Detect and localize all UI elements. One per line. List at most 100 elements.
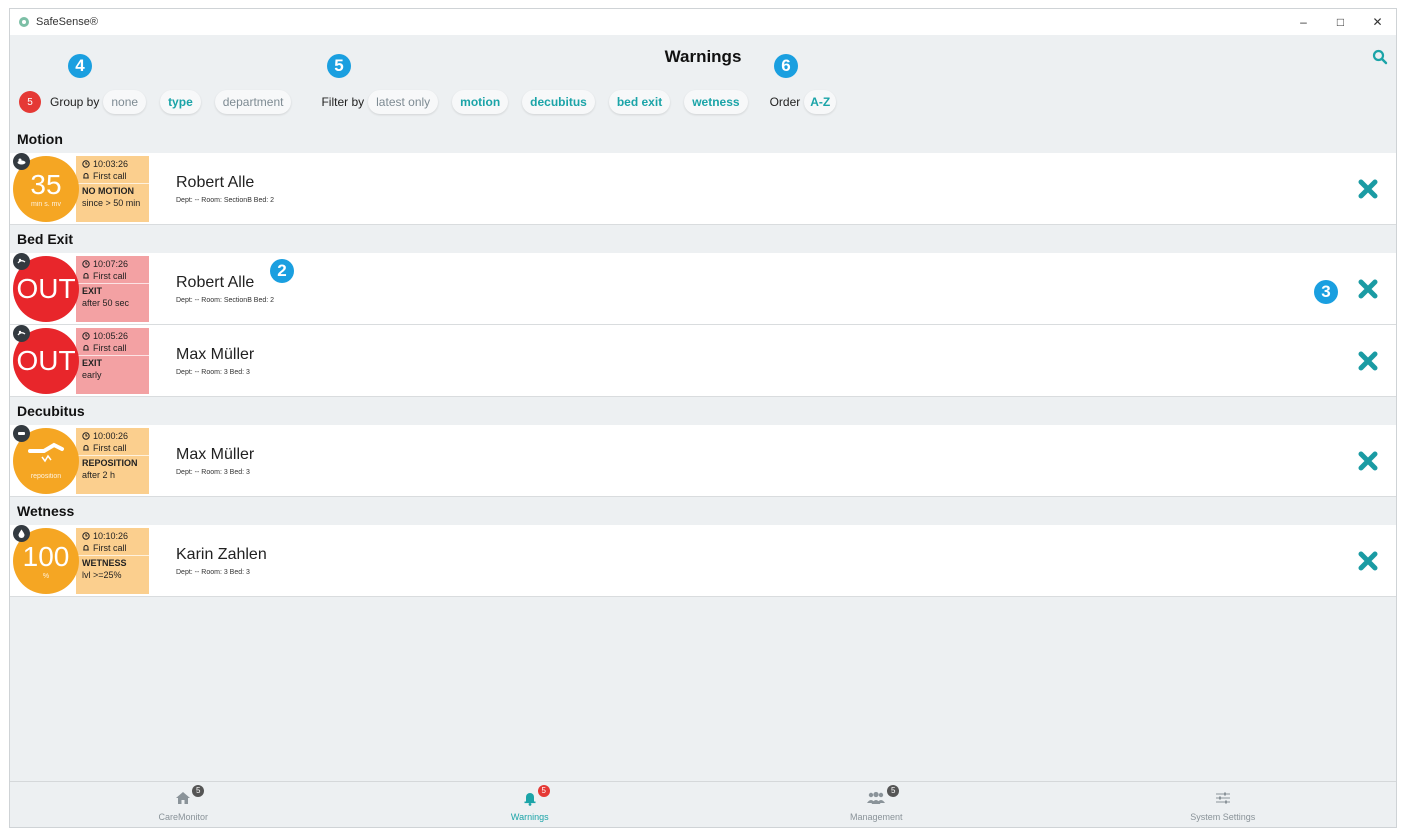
info-divider: [76, 282, 149, 284]
patient-location: Dept: -- Room: 3 Bed: 3: [176, 468, 250, 476]
dismiss-warning-icon[interactable]: [1357, 178, 1379, 200]
warning-call: First call: [82, 270, 149, 282]
warning-info-panel: 10:00:26 First call REPOSITION after 2 h: [76, 427, 149, 494]
warning-count-badge: 5: [19, 91, 41, 113]
warning-tile: 35 min s. mv 10:03:26 First call NO MOTION si…: [11, 152, 151, 224]
warning-unit: %: [42, 572, 50, 580]
warning-time: 10:07:26: [82, 258, 149, 270]
callout-marker-2: 2: [270, 259, 294, 283]
warning-call-text: First call: [93, 170, 127, 181]
warning-time-text: 10:10:26: [93, 530, 129, 541]
patient-name: Robert Alle: [176, 273, 255, 291]
warning-row[interactable]: reposition 10:00:26 First call REPOSITION af…: [10, 424, 1396, 497]
warning-info-panel: 10:10:26 First call WETNESS lvl >=25%: [76, 527, 149, 594]
nav-item-caremonitor[interactable]: 5 CareMonitor: [10, 782, 357, 827]
dismiss-warning-icon[interactable]: [1357, 278, 1379, 300]
filter-chip-motion[interactable]: motion: [452, 90, 509, 114]
warning-status: REPOSITION: [82, 457, 138, 468]
close-button[interactable]: ✕: [1359, 9, 1396, 35]
warning-call-text: First call: [93, 442, 127, 453]
sliders-icon: [1215, 788, 1231, 808]
group-header-decubitus: Decubitus: [17, 403, 85, 419]
bed-exit-icon: [13, 324, 30, 342]
filter-chip-decubitus[interactable]: decubitus: [522, 90, 595, 114]
filter-chip-latest-only[interactable]: latest only: [368, 90, 439, 114]
dismiss-warning-icon[interactable]: [1357, 350, 1379, 372]
info-divider: [76, 554, 149, 556]
order-a-z-chip[interactable]: A-Z: [804, 90, 837, 114]
nav-badge: 5: [192, 784, 205, 797]
search-icon[interactable]: [1372, 49, 1388, 65]
title-bar: SafeSense® – □ ✕: [10, 9, 1396, 35]
group-by-chip-none[interactable]: none: [103, 90, 147, 114]
warning-info-panel: 10:05:26 First call EXIT early: [76, 327, 149, 394]
dismiss-warning-icon[interactable]: [1357, 550, 1379, 572]
warning-call: First call: [82, 170, 149, 182]
nav-item-system-settings[interactable]: System Settings: [1050, 782, 1397, 827]
window-title: SafeSense®: [36, 16, 98, 28]
bottom-navigation: 5 CareMonitor 5 Warnings 5 Management System S…: [10, 781, 1396, 827]
maximize-button[interactable]: □: [1322, 9, 1359, 35]
group-header-bed-exit: Bed Exit: [17, 231, 74, 247]
page-header: Warnings: [10, 35, 1396, 79]
nav-item-management[interactable]: 5 Management: [703, 782, 1050, 827]
group-by-chip-type[interactable]: type: [160, 90, 201, 114]
patient-location: Dept: -- Room: 3 Bed: 3: [176, 568, 250, 576]
nav-label: CareMonitor: [158, 811, 209, 822]
patient-info: Max Müller Dept: -- Room: 3 Bed: 3: [176, 446, 254, 476]
clock-icon: [82, 259, 93, 269]
sleeping-person-icon: [13, 152, 30, 170]
patient-name: Robert Alle: [176, 173, 255, 191]
warning-row[interactable]: OUT 10:07:26 First call EXIT after 50 sec Rob…: [10, 252, 1396, 325]
clock-icon: [82, 531, 93, 541]
app-logo-icon: [19, 17, 29, 27]
patient-info: Robert Alle Dept: -- Room: SectionB Bed: …: [176, 274, 274, 304]
warning-detail: lvl >=25%: [82, 569, 122, 580]
warning-value: OUT: [16, 272, 76, 304]
group-header-motion: Motion: [17, 131, 63, 147]
warning-detail: after 50 sec: [82, 297, 130, 308]
warning-unit: min s. mv: [31, 200, 61, 208]
info-divider: [76, 182, 149, 184]
nav-item-warnings[interactable]: 5 Warnings: [357, 782, 704, 827]
warning-status: EXIT: [82, 357, 103, 368]
bed-exit-icon: [13, 252, 30, 270]
filter-chip-wetness[interactable]: wetness: [684, 90, 748, 114]
patient-name: Max Müller: [176, 445, 255, 463]
warning-status: EXIT: [82, 285, 103, 296]
patient-info: Karin Zahlen Dept: -- Room: 3 Bed: 3: [176, 546, 267, 576]
warning-row[interactable]: 35 min s. mv 10:03:26 First call NO MOTION si…: [10, 152, 1396, 225]
group-by-chip-department[interactable]: department: [214, 90, 292, 114]
patient-name: Karin Zahlen: [176, 545, 267, 563]
callout-marker-4: 4: [68, 54, 92, 78]
patient-name: Max Müller: [176, 345, 255, 363]
warning-value: 100: [22, 540, 70, 572]
warning-detail: since > 50 min: [82, 197, 141, 208]
nav-badge: 5: [887, 784, 900, 797]
minimize-button[interactable]: –: [1285, 9, 1322, 35]
warning-call: First call: [82, 442, 149, 454]
reposition-icon: [26, 441, 66, 472]
warning-row[interactable]: 100% 10:10:26 First call WETNESS lvl >=25% Ka…: [10, 524, 1396, 597]
group-by-options: none type department: [103, 90, 305, 114]
patient-info: Max Müller Dept: -- Room: 3 Bed: 3: [176, 346, 254, 376]
filter-by-options: latest only motion decubitus bed exit wetnes…: [368, 90, 761, 114]
patient-location: Dept: -- Room: 3 Bed: 3: [176, 368, 250, 376]
warning-time: 10:10:26: [82, 530, 149, 542]
warning-time-text: 10:03:26: [93, 158, 129, 169]
filter-chip-bed-exit[interactable]: bed exit: [608, 90, 671, 114]
warning-unit: reposition: [30, 473, 62, 480]
warning-value: OUT: [16, 344, 76, 376]
warning-row[interactable]: OUT 10:05:26 First call EXIT early Max Müller…: [10, 324, 1396, 397]
warning-detail: after 2 h: [82, 469, 116, 480]
warning-time: 10:05:26: [82, 330, 149, 342]
bell-icon: [82, 171, 93, 181]
filter-toolbar: 5 Group by none type department Filter by …: [10, 79, 1396, 125]
dismiss-warning-icon[interactable]: [1357, 450, 1379, 472]
clock-icon: [82, 431, 93, 441]
warning-time-text: 10:07:26: [93, 258, 129, 269]
warning-status: NO MOTION: [82, 185, 134, 196]
nav-label: Warnings: [510, 811, 549, 822]
bell-icon: [82, 271, 93, 281]
group-by-label: Group by: [50, 95, 100, 109]
